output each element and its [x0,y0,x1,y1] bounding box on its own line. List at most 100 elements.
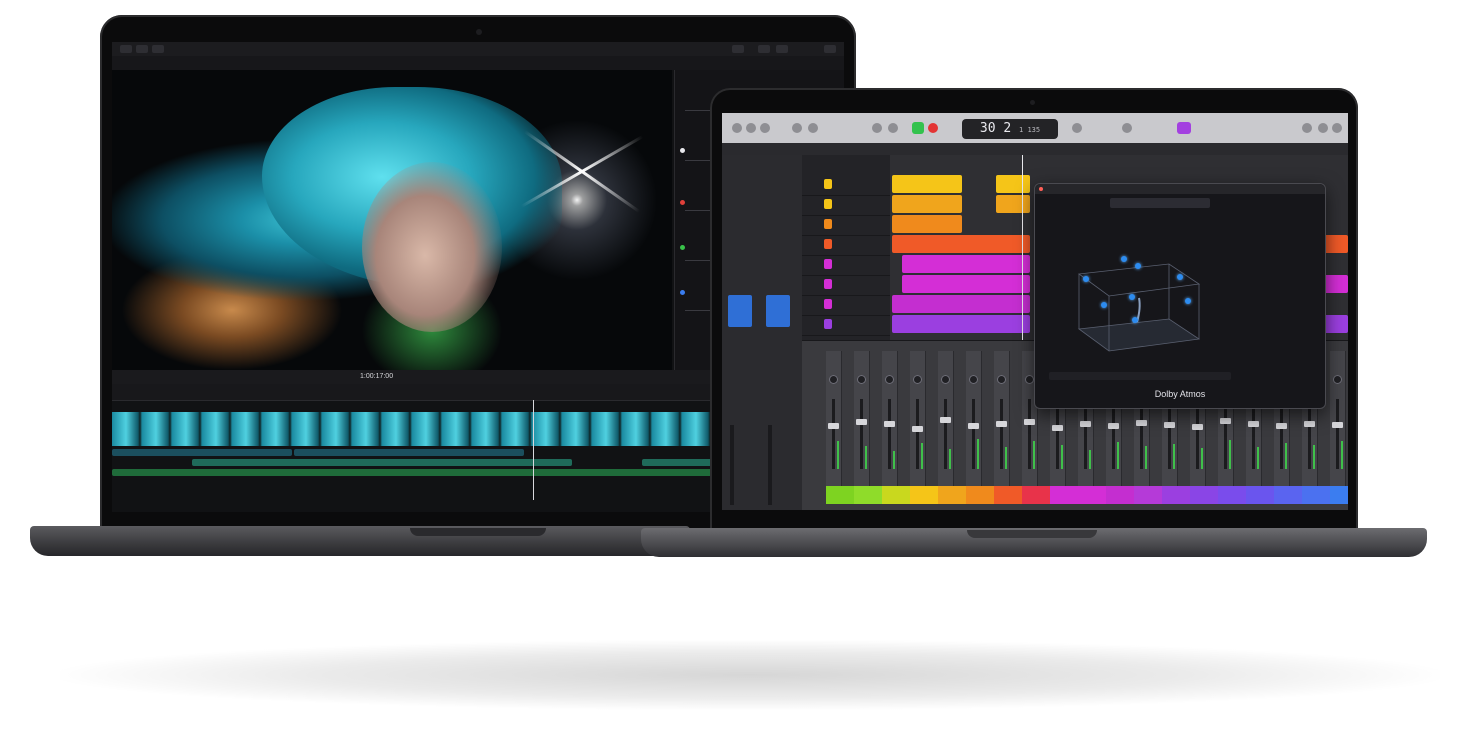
volume-fader[interactable] [1252,399,1255,469]
fader-cap[interactable] [912,426,923,432]
audio-region[interactable] [1324,275,1348,293]
fader-cap[interactable] [1136,420,1147,426]
curve-point[interactable] [680,290,685,295]
track-header[interactable] [802,175,890,196]
rewind-icon[interactable] [872,123,882,133]
smart-tempo-button[interactable] [1177,122,1191,134]
primary-storyline[interactable] [112,412,712,446]
audio-region[interactable] [1324,315,1348,333]
volume-fader[interactable] [888,399,891,469]
volume-fader[interactable] [1336,399,1339,469]
volume-fader[interactable] [972,399,975,469]
curve-point[interactable] [680,245,685,250]
channel-name-label[interactable] [1218,486,1246,504]
pan-knob[interactable] [829,375,838,384]
channel-name-label[interactable] [882,486,910,504]
track-header[interactable] [802,215,890,236]
fader-cap[interactable] [1080,421,1091,427]
channel-name-label[interactable] [1330,486,1348,504]
dolby-atmos-window[interactable]: Dolby Atmos [1034,183,1326,409]
fader-cap[interactable] [828,423,839,429]
list-editors-icon[interactable] [1302,123,1312,133]
eq-slot[interactable] [728,295,752,327]
pan-knob[interactable] [941,375,950,384]
fader-cap[interactable] [1192,424,1203,430]
volume-fader[interactable] [1000,399,1003,469]
inspector-icon[interactable] [746,123,756,133]
audio-region[interactable] [892,215,962,233]
track-header[interactable] [802,195,890,216]
pan-knob[interactable] [857,375,866,384]
pan-knob[interactable] [1333,375,1342,384]
channel-name-label[interactable] [994,486,1022,504]
channel-fader[interactable] [730,425,734,505]
timeline-icon[interactable] [758,45,770,53]
close-icon[interactable] [1039,187,1043,191]
track-header[interactable] [802,295,890,316]
channel-name-label[interactable] [1050,486,1078,504]
play-button[interactable] [912,122,924,134]
fader-cap[interactable] [884,421,895,427]
channel-strip[interactable] [910,351,926,491]
track-header[interactable] [802,235,890,256]
pan-knob[interactable] [1025,375,1034,384]
curve-point[interactable] [680,200,685,205]
inspector-toggle-icon[interactable] [776,45,788,53]
channel-name-label[interactable] [1246,486,1274,504]
volume-fader[interactable] [1280,399,1283,469]
atmos-titlebar[interactable] [1035,184,1325,194]
playhead[interactable] [1022,155,1023,340]
fader-cap[interactable] [1248,421,1259,427]
playhead[interactable] [533,400,534,500]
cycle-icon[interactable] [1072,123,1082,133]
channel-name-label[interactable] [938,486,966,504]
speaker-object[interactable] [1132,317,1138,323]
metronome-icon[interactable] [1122,123,1132,133]
channel-name-label[interactable] [1162,486,1190,504]
channel-strip[interactable] [966,351,982,491]
channel-strip[interactable] [882,351,898,491]
import-icon[interactable] [120,45,132,53]
volume-fader[interactable] [1140,399,1143,469]
monitoring-format-dropdown[interactable] [1110,198,1210,208]
channel-name-label[interactable] [1302,486,1330,504]
channel-name-label[interactable] [826,486,854,504]
speaker-view-tabs[interactable] [1049,372,1231,380]
speaker-object[interactable] [1101,302,1107,308]
quick-help-icon[interactable] [760,123,770,133]
channel-name-label[interactable] [1274,486,1302,504]
audio-region[interactable] [892,235,1030,253]
pan-knob[interactable] [885,375,894,384]
channel-name-label[interactable] [1022,486,1050,504]
volume-fader[interactable] [1028,399,1031,469]
fader-cap[interactable] [1276,423,1287,429]
share-icon[interactable] [824,45,836,53]
midi-region[interactable] [902,255,1030,273]
channel-name-label[interactable] [854,486,882,504]
audio-track[interactable] [192,459,572,466]
channel-name-label[interactable] [1106,486,1134,504]
speaker-object[interactable] [1135,263,1141,269]
volume-fader[interactable] [1308,399,1311,469]
channel-strip[interactable] [854,351,870,491]
channel-name-label[interactable] [966,486,994,504]
pan-knob[interactable] [969,375,978,384]
volume-fader[interactable] [1084,399,1087,469]
volume-fader[interactable] [1224,399,1227,469]
fader-cap[interactable] [856,419,867,425]
forward-icon[interactable] [888,123,898,133]
audio-region[interactable] [892,175,962,193]
volume-fader[interactable] [1056,399,1059,469]
fader-cap[interactable] [996,421,1007,427]
volume-fader[interactable] [944,399,947,469]
pan-knob[interactable] [997,375,1006,384]
speaker-object[interactable] [1129,294,1135,300]
record-button[interactable] [928,123,938,133]
pan-knob[interactable] [913,375,922,384]
fader-cap[interactable] [1164,422,1175,428]
track-header[interactable] [802,275,890,296]
speaker-object[interactable] [1121,256,1127,262]
channel-name-label[interactable] [1078,486,1106,504]
background-task-icon[interactable] [152,45,164,53]
mixer-icon[interactable] [792,123,802,133]
